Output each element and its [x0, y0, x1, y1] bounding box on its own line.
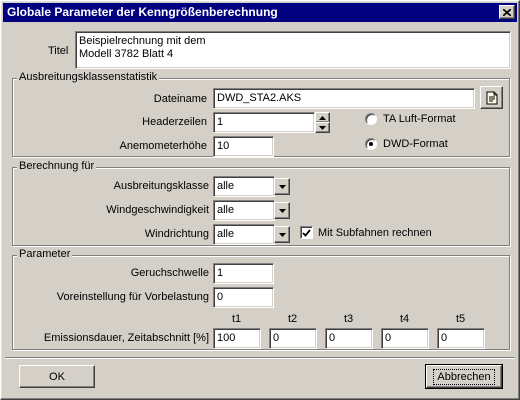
vorbelastung-label: Voreinstellung für Vorbelastung — [56, 291, 209, 303]
radio-dwd-label[interactable]: DWD-Format — [383, 137, 448, 151]
emission-t2-field[interactable]: 0 — [269, 328, 317, 349]
column-header-t4: t4 — [400, 313, 410, 325]
emission-t3-field[interactable]: 0 — [325, 328, 373, 349]
geruchschwelle-label: Geruchschwelle — [130, 267, 209, 279]
close-icon — [503, 8, 511, 16]
titel-field[interactable]: Beispielrechnung mit dem Modell 3782 Bla… — [75, 31, 511, 69]
title-bar: Globale Parameter der Kenngrößenberechnu… — [3, 3, 517, 22]
checkmark-icon — [302, 228, 311, 237]
anemometer-field[interactable]: 10 — [213, 136, 274, 157]
window-title: Globale Parameter der Kenngrößenberechnu… — [7, 5, 278, 19]
vorbelastung-field[interactable]: 0 — [213, 287, 274, 308]
windgeschwindigkeit-dropdown-button[interactable] — [274, 202, 290, 219]
dateiname-label: Dateiname — [153, 93, 207, 105]
radio-ta-luft[interactable] — [365, 113, 377, 125]
dateiname-field[interactable]: DWD_STA2.AKS — [213, 88, 475, 109]
abbrechen-button-label: Abbrechen — [433, 368, 495, 385]
emissionsdauer-label: Emissionsdauer, Zeitabschnitt [%] — [43, 332, 209, 344]
emission-t5-field[interactable]: 0 — [437, 328, 485, 349]
close-button[interactable] — [499, 5, 515, 19]
column-header-t1: t1 — [232, 313, 242, 325]
emission-t4-field[interactable]: 0 — [381, 328, 429, 349]
arrow-up-icon — [319, 115, 326, 120]
column-header-t2: t2 — [288, 313, 298, 325]
arrow-down-icon — [319, 125, 326, 130]
windrichtung-dropdown-button[interactable] — [274, 226, 290, 243]
dialog-window: Globale Parameter der Kenngrößenberechnu… — [0, 0, 520, 400]
group-title-berechnung: Berechnung für — [17, 160, 97, 172]
bottom-separator — [5, 357, 515, 359]
headerzeilen-field[interactable]: 1 — [213, 112, 315, 133]
titel-label: Titel — [48, 45, 69, 57]
radio-dwd[interactable] — [365, 138, 377, 150]
ausbreitungsklasse-select[interactable]: alle — [213, 176, 275, 197]
abbrechen-button[interactable]: Abbrechen — [425, 364, 503, 389]
column-header-t5: t5 — [456, 313, 466, 325]
headerzeilen-spin-down[interactable] — [315, 122, 330, 133]
chevron-down-icon — [278, 232, 286, 237]
column-header-t3: t3 — [344, 313, 354, 325]
chevron-down-icon — [278, 184, 286, 189]
ok-button[interactable]: OK — [19, 365, 95, 388]
group-title-parameter: Parameter — [17, 248, 73, 260]
ausbreitungsklasse-label: Ausbreitungsklasse — [113, 180, 209, 192]
anemometer-label: Anemometerhöhe — [119, 140, 207, 152]
headerzeilen-label: Headerzeilen — [142, 116, 207, 128]
group-title-ausbreitung: Ausbreitungsklassenstatistik — [17, 71, 160, 83]
ok-button-label: OK — [49, 370, 65, 383]
browse-file-button[interactable] — [480, 86, 503, 109]
windrichtung-label: Windrichtung — [144, 228, 209, 240]
geruchschwelle-field[interactable]: 1 — [213, 263, 274, 284]
file-browse-icon — [486, 91, 497, 104]
subfahnen-checkbox[interactable] — [300, 226, 313, 239]
chevron-down-icon — [278, 208, 286, 213]
radio-ta-luft-label[interactable]: TA Luft-Format — [383, 112, 456, 126]
windgeschwindigkeit-label: Windgeschwindigkeit — [106, 204, 209, 216]
subfahnen-label[interactable]: Mit Subfahnen rechnen — [318, 226, 432, 240]
windrichtung-select[interactable]: alle — [213, 224, 275, 245]
windgeschwindigkeit-select[interactable]: alle — [213, 200, 275, 221]
emission-t1-field[interactable]: 100 — [213, 328, 261, 349]
ausbreitungsklasse-dropdown-button[interactable] — [274, 178, 290, 195]
